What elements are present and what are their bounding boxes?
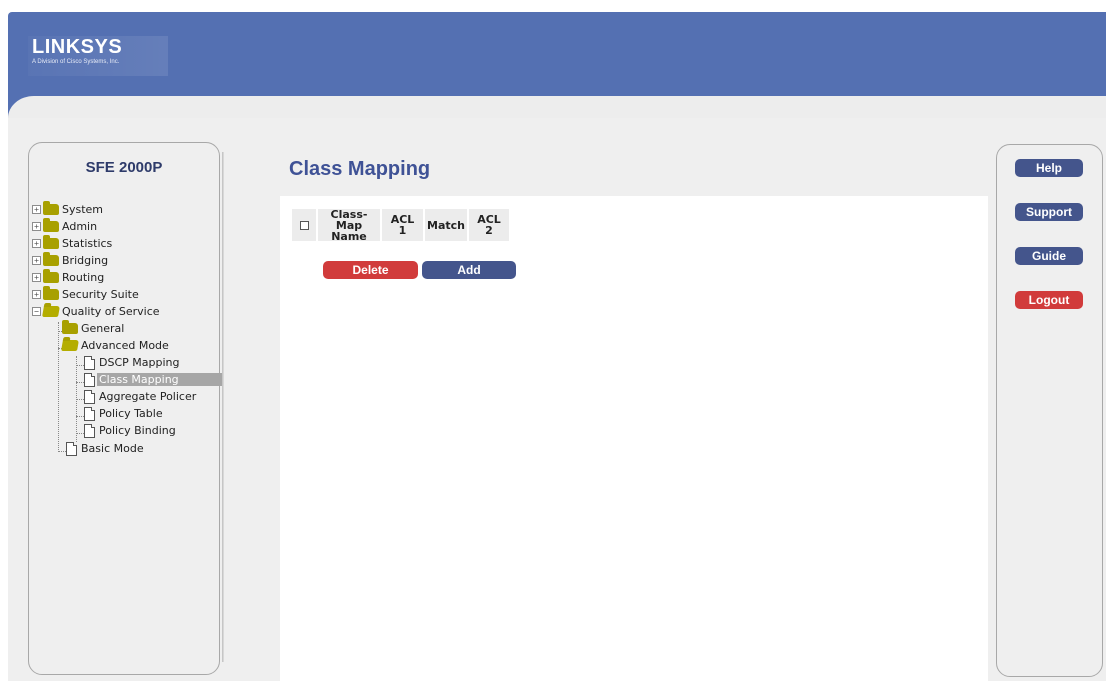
logo-wordmark: Linksys xyxy=(32,36,123,58)
nav-item-label: Admin xyxy=(62,220,98,233)
nav-item-label: DSCP Mapping xyxy=(99,356,180,369)
linksys-logo: Linksys A Division of Cisco Systems, Inc… xyxy=(28,36,168,76)
folder-icon xyxy=(43,218,59,232)
nav-item-label: Security Suite xyxy=(62,288,139,301)
nav-item-system[interactable]: + System xyxy=(32,201,105,218)
delete-button[interactable]: Delete xyxy=(323,261,418,279)
select-all-cell xyxy=(292,209,316,241)
nav-item-policy-binding[interactable]: Policy Binding xyxy=(84,422,178,439)
left-nav-panel: SFE 2000P + System + Admin + Statistics … xyxy=(28,142,224,675)
nav-item-aggregate-policer[interactable]: Aggregate Policer xyxy=(84,388,198,405)
nav-item-label: Policy Binding xyxy=(99,424,176,437)
help-button[interactable]: Help xyxy=(1015,159,1083,177)
select-all-checkbox[interactable] xyxy=(299,220,309,230)
logo-tagline: A Division of Cisco Systems, Inc. xyxy=(32,59,120,65)
tree-connector xyxy=(76,365,84,366)
page-icon xyxy=(84,389,95,404)
column-header-acl2: ACL 2 xyxy=(469,209,509,241)
nav-item-security-suite[interactable]: + Security Suite xyxy=(32,286,141,303)
nav-item-label: System xyxy=(62,203,104,216)
collapse-icon[interactable]: − xyxy=(32,307,41,316)
folder-open-icon xyxy=(61,340,79,351)
column-header-match: Match xyxy=(425,209,467,241)
expand-icon[interactable]: + xyxy=(32,205,41,214)
nav-item-label: Advanced Mode xyxy=(81,339,169,352)
folder-icon xyxy=(43,269,59,283)
folder-icon xyxy=(43,201,59,215)
nav-item-label: General xyxy=(81,322,125,335)
nav-item-class-mapping[interactable]: Class Mapping xyxy=(84,371,224,388)
page-icon xyxy=(66,441,77,456)
folder-icon xyxy=(43,286,59,300)
page-icon xyxy=(84,406,95,421)
expand-icon[interactable]: + xyxy=(32,273,41,282)
tree-connector xyxy=(76,399,84,400)
nav-item-advanced-mode[interactable]: Advanced Mode xyxy=(61,337,171,354)
page: Linksys A Division of Cisco Systems, Inc… xyxy=(0,0,1106,681)
nav-item-quality-of-service[interactable]: − Quality of Service xyxy=(32,303,162,320)
expand-icon[interactable]: + xyxy=(32,222,41,231)
panel-divider xyxy=(222,152,224,662)
nav-item-admin[interactable]: + Admin xyxy=(32,218,99,235)
column-header-label: Class-Map xyxy=(330,207,368,232)
page-icon xyxy=(84,355,95,370)
logout-button[interactable]: Logout xyxy=(1015,291,1083,309)
column-header-class-map-name: Class-Map Name xyxy=(318,207,380,243)
nav-item-label: Basic Mode xyxy=(81,442,144,455)
nav-item-dscp-mapping[interactable]: DSCP Mapping xyxy=(84,354,181,371)
right-nav-panel: Help Support Guide Logout xyxy=(996,144,1103,677)
column-header-acl1: ACL 1 xyxy=(382,209,423,241)
nav-item-label: Bridging xyxy=(62,254,109,267)
main-content: Class-Map Name ACL 1 Match ACL 2 Delete … xyxy=(280,196,988,681)
nav-item-basic-mode[interactable]: Basic Mode xyxy=(66,440,146,457)
column-header-label: Name xyxy=(331,229,367,243)
tree-connector xyxy=(58,322,59,450)
support-button[interactable]: Support xyxy=(1015,203,1083,221)
page-icon xyxy=(84,423,95,438)
nav-item-label: Aggregate Policer xyxy=(99,390,197,403)
page-icon xyxy=(84,372,95,387)
expand-icon[interactable]: + xyxy=(32,290,41,299)
nav-item-label: Policy Table xyxy=(99,407,163,420)
nav-item-label: Routing xyxy=(62,271,105,284)
expand-icon[interactable]: + xyxy=(32,256,41,265)
expand-icon[interactable]: + xyxy=(32,239,41,248)
nav-item-label: Class Mapping xyxy=(97,373,224,386)
nav-item-statistics[interactable]: + Statistics xyxy=(32,235,114,252)
page-title: Class Mapping xyxy=(289,158,431,180)
nav-item-label: Statistics xyxy=(62,237,113,250)
nav-item-general[interactable]: General xyxy=(62,320,126,337)
device-name: SFE 2000P xyxy=(85,159,163,176)
add-button[interactable]: Add xyxy=(422,261,516,279)
tree-connector xyxy=(76,416,84,417)
tree-connector xyxy=(76,382,84,383)
nav-item-routing[interactable]: + Routing xyxy=(32,269,106,286)
folder-open-icon xyxy=(42,306,60,317)
table-header: Class-Map Name ACL 1 Match ACL 2 xyxy=(292,207,509,243)
nav-item-bridging[interactable]: + Bridging xyxy=(32,252,110,269)
folder-icon xyxy=(62,320,78,334)
tree-connector xyxy=(76,356,77,450)
nav-item-label: Quality of Service xyxy=(62,305,160,318)
tree-connector xyxy=(76,433,84,434)
folder-icon xyxy=(43,252,59,266)
folder-icon xyxy=(43,235,59,249)
guide-button[interactable]: Guide xyxy=(1015,247,1083,265)
tree-connector xyxy=(58,451,66,452)
nav-item-policy-table[interactable]: Policy Table xyxy=(84,405,165,422)
